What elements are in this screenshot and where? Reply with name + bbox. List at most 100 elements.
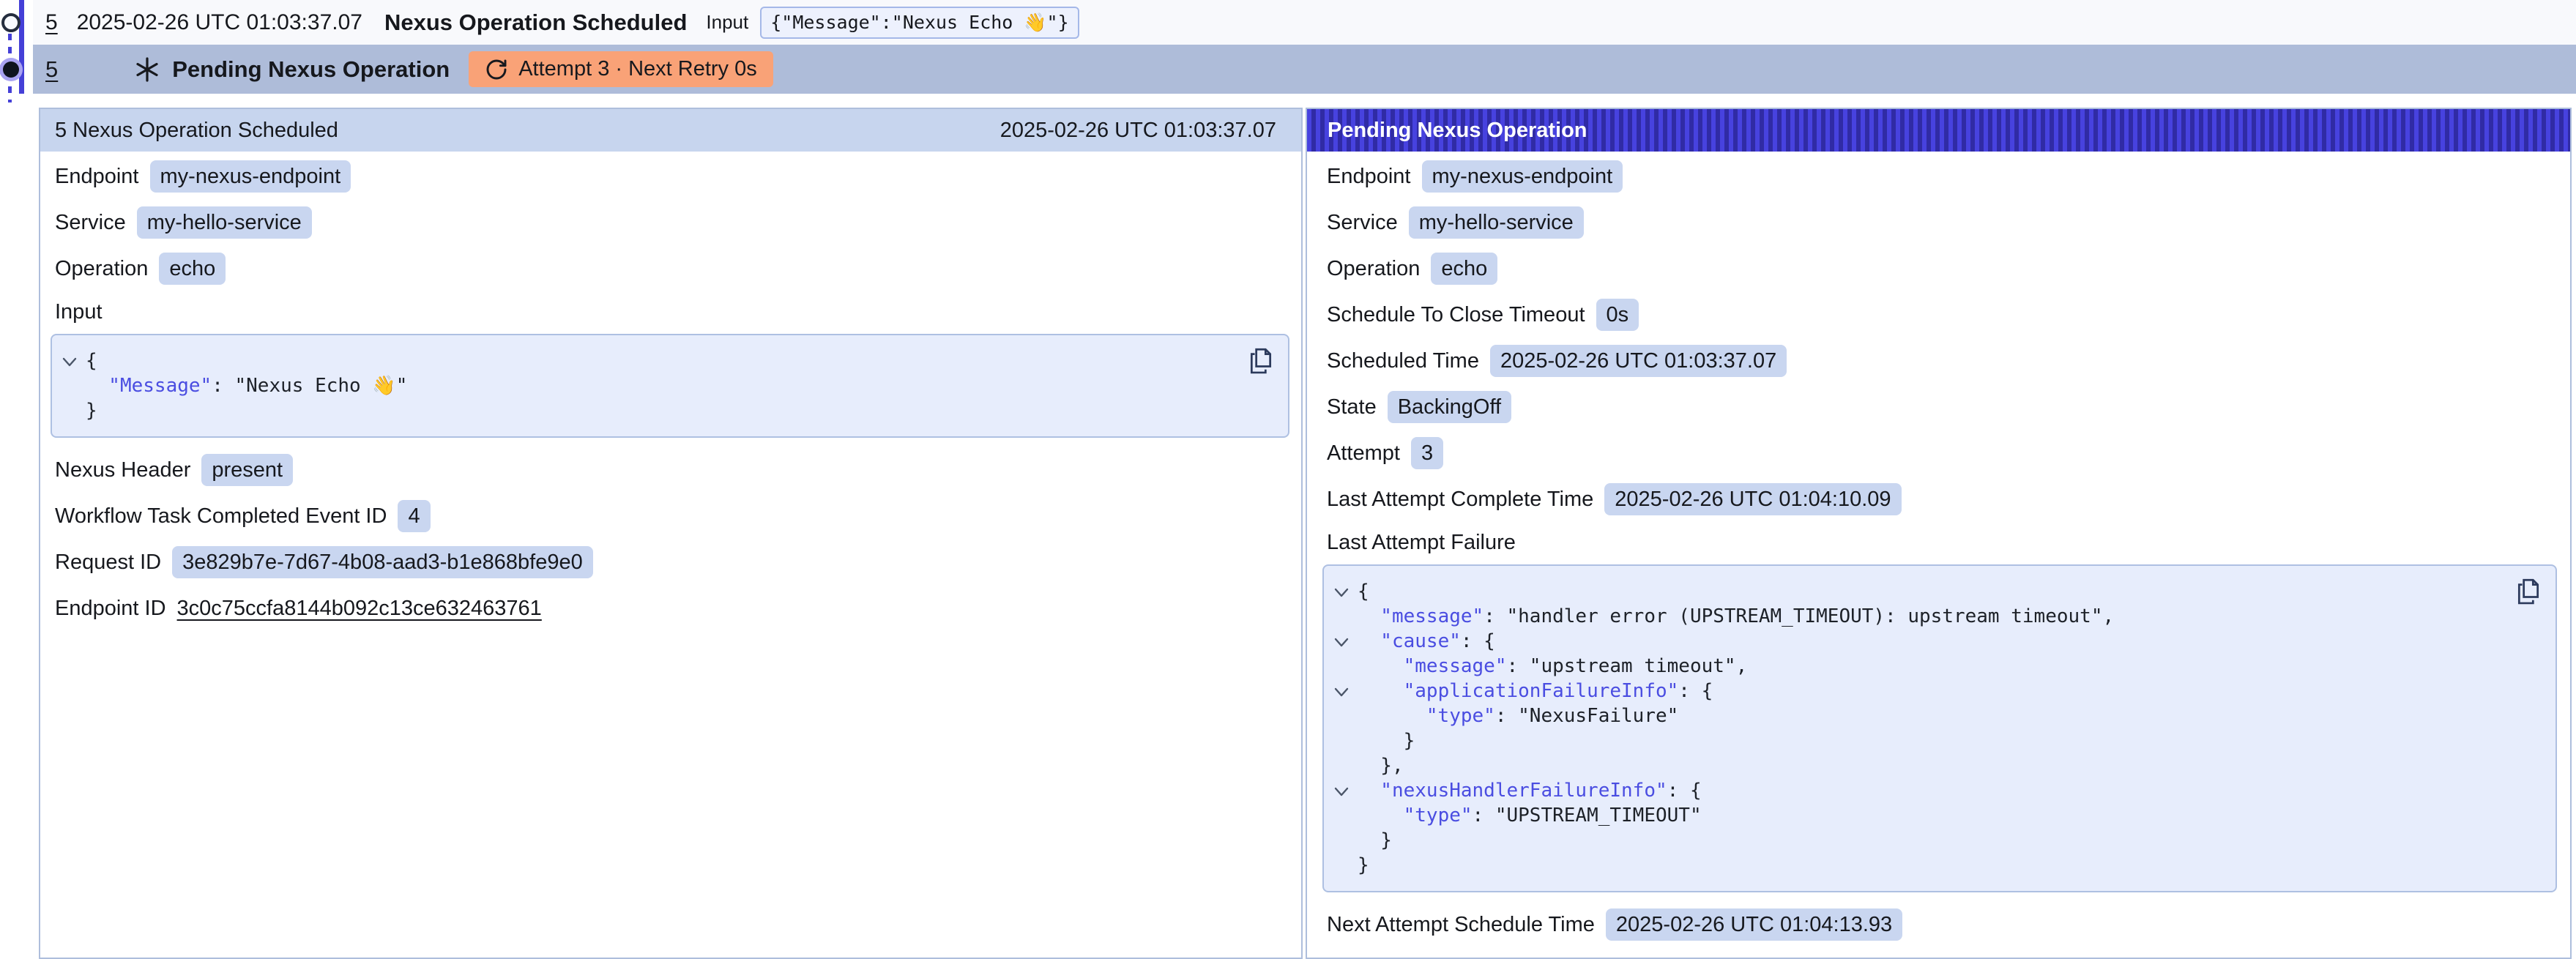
field-row-scheduled-time: Scheduled Time 2025-02-26 UTC 01:03:37.0… bbox=[1322, 345, 2557, 377]
field-value-chip: 2025-02-26 UTC 01:04:10.09 bbox=[1604, 483, 1901, 515]
last-attempt-failure-label: Last Attempt Failure bbox=[1322, 529, 2557, 556]
panel-pending-nexus-operation: Pending Nexus Operation Endpoint my-nexu… bbox=[1306, 108, 2572, 959]
field-value-chip: my-hello-service bbox=[137, 206, 312, 239]
json-code-text: }, bbox=[1358, 753, 1404, 778]
code-gutter bbox=[59, 398, 86, 423]
json-code-text: } bbox=[1358, 828, 1392, 853]
collapse-chevron-icon[interactable] bbox=[1331, 629, 1358, 654]
right-panel-body: Endpoint my-nexus-endpoint Service my-he… bbox=[1307, 152, 2570, 941]
json-code-line: "type": "UPSTREAM_TIMEOUT" bbox=[1331, 803, 2541, 828]
code-gutter bbox=[1331, 803, 1358, 828]
left-panel-timestamp: 2025-02-26 UTC 01:03:37.07 bbox=[1000, 119, 1276, 143]
event-input-label: Input bbox=[706, 11, 748, 34]
field-value-chip: 3e829b7e-7d67-4b08-aad3-b1e868bfe9e0 bbox=[172, 546, 593, 578]
field-value-chip: 3 bbox=[1411, 437, 1443, 469]
json-code-line: }, bbox=[1331, 753, 2541, 778]
field-label: Endpoint bbox=[1327, 165, 1411, 189]
json-code-text: "message": "upstream timeout", bbox=[1358, 654, 1747, 679]
json-code-text: "type": "NexusFailure" bbox=[1358, 704, 1678, 728]
field-row-attempt: Attempt 3 bbox=[1322, 437, 2557, 469]
json-code-text: "message": "handler error (UPSTREAM_TIME… bbox=[1358, 604, 2114, 629]
json-code-line: { bbox=[59, 348, 1273, 373]
event-row-pending-nexus-operation[interactable]: 5 Pending Nexus Operation Attempt 3 · Ne… bbox=[33, 45, 2576, 94]
field-row-nexus-header: Nexus Header present bbox=[51, 454, 1289, 486]
code-gutter bbox=[1331, 828, 1358, 853]
json-code-text: } bbox=[1358, 853, 1369, 878]
json-code-text: "nexusHandlerFailureInfo": { bbox=[1358, 778, 1702, 803]
collapse-chevron-icon[interactable] bbox=[59, 348, 86, 373]
collapse-chevron-icon[interactable] bbox=[1331, 778, 1358, 803]
pending-asterisk-icon bbox=[134, 56, 160, 83]
field-value-chip: my-nexus-endpoint bbox=[150, 160, 351, 193]
field-label: State bbox=[1327, 395, 1377, 419]
json-code-text: "Message": "Nexus Echo 👋" bbox=[86, 373, 407, 398]
field-value-chip: 4 bbox=[398, 500, 430, 532]
input-section-label: Input bbox=[51, 299, 1289, 325]
json-code-line: "message": "handler error (UPSTREAM_TIME… bbox=[1331, 604, 2541, 629]
field-value-chip: my-nexus-endpoint bbox=[1422, 160, 1623, 193]
json-code-line: "applicationFailureInfo": { bbox=[1331, 679, 2541, 704]
field-value-chip: 2025-02-26 UTC 01:03:37.07 bbox=[1490, 345, 1787, 377]
event-id-link[interactable]: 5 bbox=[45, 10, 58, 35]
field-label: Workflow Task Completed Event ID bbox=[55, 504, 387, 529]
left-panel-title: 5 Nexus Operation Scheduled bbox=[55, 119, 338, 143]
retry-attempt-badge: Attempt 3 · Next Retry 0s bbox=[469, 51, 773, 87]
field-row-schedule-to-close-timeout: Schedule To Close Timeout 0s bbox=[1322, 299, 2557, 331]
field-label: Operation bbox=[1327, 257, 1420, 281]
json-code-line: "type": "NexusFailure" bbox=[1331, 704, 2541, 728]
left-panel-header: 5 Nexus Operation Scheduled 2025-02-26 U… bbox=[40, 109, 1301, 152]
field-value-chip: my-hello-service bbox=[1409, 206, 1584, 239]
code-gutter bbox=[1331, 753, 1358, 778]
field-label: Operation bbox=[55, 257, 148, 281]
failure-json-viewer: {"message": "handler error (UPSTREAM_TIM… bbox=[1322, 564, 2557, 892]
event-input-preview-chip: {"Message":"Nexus Echo 👋"} bbox=[760, 7, 1079, 39]
field-label: Request ID bbox=[55, 551, 161, 575]
copy-button[interactable] bbox=[1247, 346, 1275, 376]
field-value-chip: present bbox=[201, 454, 293, 486]
field-label: Endpoint ID bbox=[55, 597, 166, 621]
json-code-text: { bbox=[86, 348, 97, 373]
json-code-text: { bbox=[1358, 579, 1369, 604]
json-code-line: "Message": "Nexus Echo 👋" bbox=[59, 373, 1273, 398]
json-code-line: { bbox=[1331, 579, 2541, 604]
field-label: Scheduled Time bbox=[1327, 349, 1479, 373]
json-code-text: "type": "UPSTREAM_TIMEOUT" bbox=[1358, 803, 1702, 828]
panel-nexus-operation-scheduled: 5 Nexus Operation Scheduled 2025-02-26 U… bbox=[39, 108, 1303, 959]
timeline-event-circle-icon[interactable] bbox=[1, 13, 21, 32]
event-title: Nexus Operation Scheduled bbox=[384, 10, 687, 36]
collapse-chevron-icon[interactable] bbox=[1331, 579, 1358, 604]
field-row-service: Service my-hello-service bbox=[51, 206, 1289, 239]
json-code-line: "message": "upstream timeout", bbox=[1331, 654, 2541, 679]
event-row-nexus-operation-scheduled[interactable]: 5 2025-02-26 UTC 01:03:37.07 Nexus Opera… bbox=[33, 0, 2576, 45]
copy-button[interactable] bbox=[2514, 576, 2542, 607]
field-row-endpoint-id: Endpoint ID 3c0c75ccfa8144b092c13ce63246… bbox=[51, 592, 1289, 624]
field-row-request-id: Request ID 3e829b7e-7d67-4b08-aad3-b1e86… bbox=[51, 546, 1289, 578]
timeline-active-bar bbox=[19, 0, 24, 94]
timeline-selected-dot-icon[interactable] bbox=[3, 61, 19, 78]
field-label: Service bbox=[1327, 211, 1398, 235]
code-gutter bbox=[1331, 604, 1358, 629]
retry-icon bbox=[485, 58, 508, 81]
endpoint-id-link[interactable]: 3c0c75ccfa8144b092c13ce632463761 bbox=[177, 597, 542, 621]
code-gutter bbox=[59, 373, 86, 398]
field-row-next-attempt-schedule-time: Next Attempt Schedule Time 2025-02-26 UT… bbox=[1322, 908, 2557, 941]
field-label: Next Attempt Schedule Time bbox=[1327, 913, 1595, 937]
left-panel-body: Endpoint my-nexus-endpoint Service my-he… bbox=[40, 152, 1301, 624]
code-gutter bbox=[1331, 654, 1358, 679]
json-code-line: "nexusHandlerFailureInfo": { bbox=[1331, 778, 2541, 803]
field-value-chip: echo bbox=[159, 253, 226, 285]
collapse-chevron-icon[interactable] bbox=[1331, 679, 1358, 704]
right-panel-header: Pending Nexus Operation bbox=[1307, 109, 2570, 152]
field-label: Endpoint bbox=[55, 165, 139, 189]
code-gutter bbox=[1331, 704, 1358, 728]
field-value-chip: 0s bbox=[1596, 299, 1639, 331]
pending-event-title: Pending Nexus Operation bbox=[172, 56, 450, 83]
field-row-state: State BackingOff bbox=[1322, 391, 2557, 423]
pending-event-id-link[interactable]: 5 bbox=[45, 56, 58, 83]
field-label: Attempt bbox=[1327, 441, 1400, 466]
json-code-text: } bbox=[1358, 728, 1415, 753]
field-row-endpoint: Endpoint my-nexus-endpoint bbox=[51, 160, 1289, 193]
status-badge: BackingOff bbox=[1388, 391, 1511, 423]
field-value-chip: 2025-02-26 UTC 01:04:13.93 bbox=[1606, 908, 1902, 941]
field-row-operation: Operation echo bbox=[51, 253, 1289, 285]
